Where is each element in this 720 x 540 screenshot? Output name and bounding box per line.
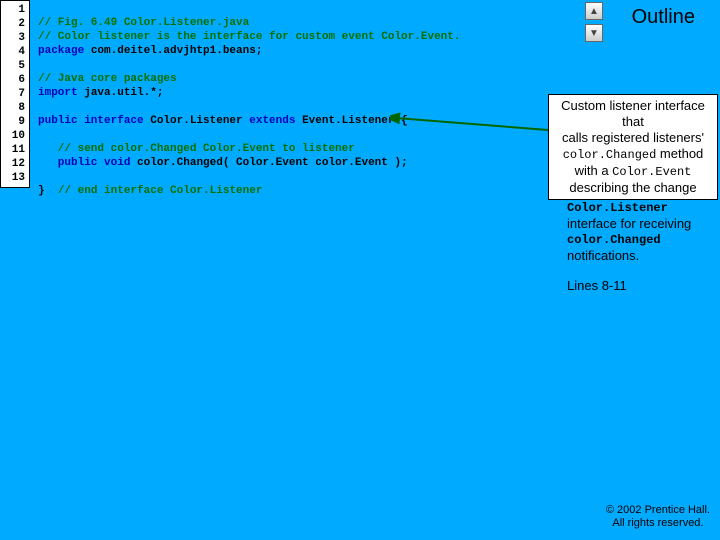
code-line: // end interface Color.Listener — [58, 185, 263, 197]
line-num: 8 — [3, 101, 27, 115]
prev-slide-button[interactable]: ▲ — [585, 2, 603, 20]
callout-text: describing the change — [553, 180, 713, 196]
code-text: Color.Listener — [150, 115, 249, 127]
footer-line: © 2002 Prentice Hall. — [606, 504, 710, 517]
up-triangle-icon: ▲ — [589, 6, 599, 17]
callout-text: Custom listener interface that — [553, 98, 713, 130]
next-slide-button[interactable]: ▼ — [585, 24, 603, 42]
code-keyword: import — [38, 87, 84, 99]
code-text: color.Changed( Color.Event color.Event )… — [137, 157, 408, 169]
code-text: } — [38, 185, 58, 197]
line-num: 9 — [3, 115, 27, 129]
down-triangle-icon: ▼ — [589, 28, 599, 39]
copyright-footer: © 2002 Prentice Hall. All rights reserve… — [606, 504, 710, 530]
code-keyword: public interface — [38, 115, 150, 127]
callout-text: with a Color.Event — [553, 163, 713, 180]
outline-title: Outline — [632, 6, 695, 29]
line-num: 1 — [3, 3, 27, 17]
line-num: 3 — [3, 31, 27, 45]
caption-text: notifications. — [567, 248, 720, 264]
line-num: 13 — [3, 171, 27, 185]
caption-mono: color.Changed — [567, 232, 720, 248]
code-text: java.util.*; — [84, 87, 163, 99]
line-number-gutter: 1 2 3 4 5 6 7 8 9 10 11 12 13 — [0, 0, 30, 188]
line-num: 7 — [3, 87, 27, 101]
callout-text: calls registered listeners' — [553, 130, 713, 146]
line-num: 4 — [3, 45, 27, 59]
code-line: // send color.Changed Color.Event to lis… — [38, 143, 355, 155]
code-keyword: package — [38, 45, 91, 57]
code-text: com.deitel.advjhtp1.beans; — [91, 45, 263, 57]
line-num: 11 — [3, 143, 27, 157]
code-line: // Java core packages — [38, 73, 177, 85]
callout-mono: Color.Event — [612, 165, 691, 179]
callout-arrow — [390, 100, 555, 145]
line-num: 12 — [3, 157, 27, 171]
caption-mono: Color.Listener — [567, 200, 720, 216]
callout-mono: color.Changed — [563, 148, 657, 162]
line-num: 2 — [3, 17, 27, 31]
line-num: 5 — [3, 59, 27, 73]
code-keyword: public void — [38, 157, 137, 169]
line-num: 10 — [3, 129, 27, 143]
code-line: // Color listener is the interface for c… — [38, 31, 460, 43]
code-line: // Fig. 6.49 Color.Listener.java — [38, 17, 249, 29]
callout-box: Custom listener interface that calls reg… — [548, 94, 718, 200]
caption-text: interface for receiving — [567, 216, 720, 232]
code-keyword: extends — [249, 115, 302, 127]
outline-nav-buttons: ▲ ▼ — [585, 2, 605, 46]
footer-line: All rights reserved. — [606, 517, 710, 530]
callout-text: color.Changed method — [553, 146, 713, 163]
line-num: 6 — [3, 73, 27, 87]
lines-reference: Lines 8-11 — [567, 278, 627, 293]
